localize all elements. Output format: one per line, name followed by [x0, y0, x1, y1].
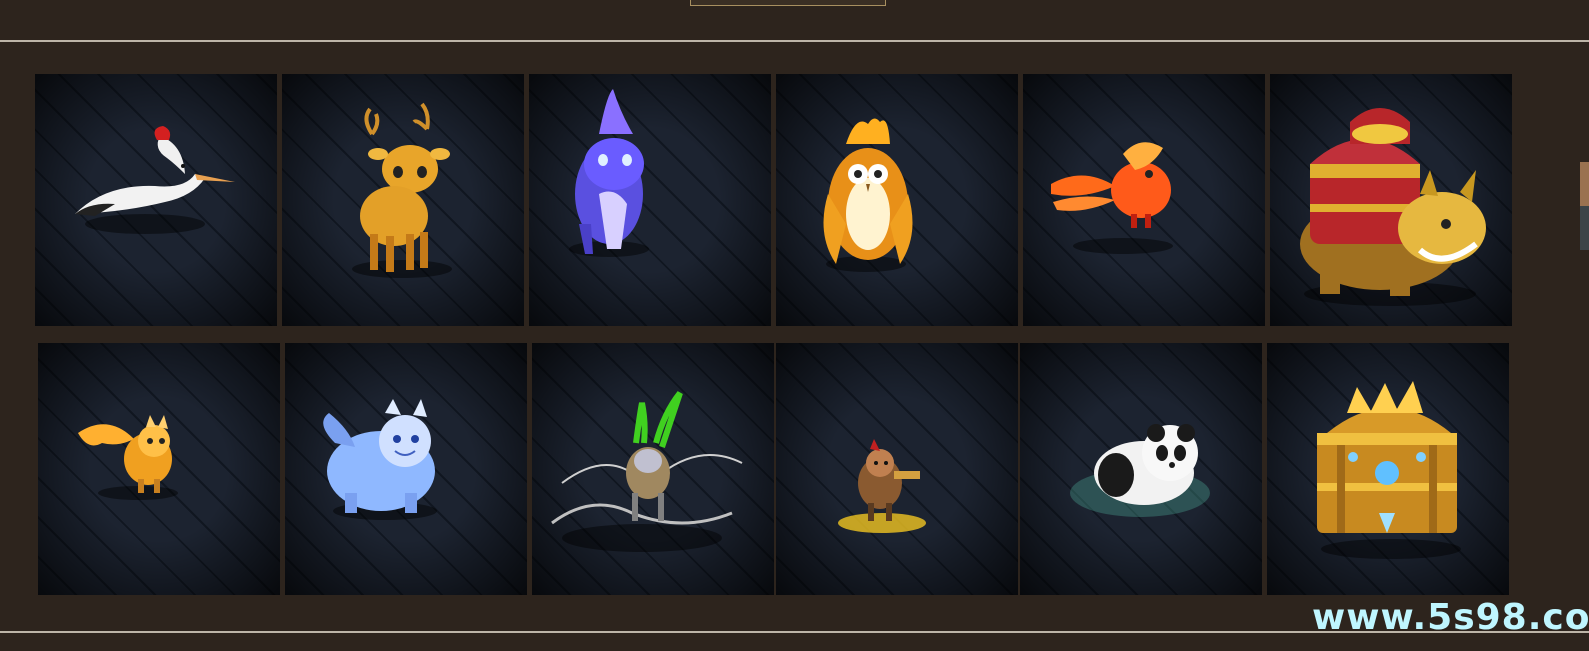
pet-tile-treasure-chest[interactable]: [1267, 343, 1509, 595]
pet-tile-panda[interactable]: [1020, 343, 1262, 595]
side-scroll-handle[interactable]: [1580, 162, 1589, 250]
squirrel-icon: [78, 415, 178, 500]
pet-tile-treasure-turtle[interactable]: [1270, 74, 1512, 326]
pet-tile-phoenix[interactable]: [1023, 74, 1265, 326]
panda-icon: [1070, 424, 1210, 517]
pet-tile-monkey[interactable]: [776, 343, 1018, 595]
top-tab: [690, 0, 886, 6]
pet-tile-mantis[interactable]: [532, 343, 774, 595]
fox-icon: [569, 89, 649, 257]
treasure-turtle-icon: [1300, 108, 1486, 306]
pet-tile-deer[interactable]: [282, 74, 524, 326]
treasure-chest-icon: [1317, 381, 1461, 559]
crane-icon: [75, 126, 235, 234]
deer-icon: [352, 102, 452, 278]
pet-tile-squirrel[interactable]: [38, 343, 280, 595]
monkey-icon: [838, 439, 926, 533]
pet-tile-fox[interactable]: [529, 74, 771, 326]
pet-tile-owl[interactable]: [776, 74, 1018, 326]
side-handle-lower[interactable]: [1580, 206, 1589, 250]
site-watermark: www.5s98.com: [1312, 597, 1589, 638]
owl-icon: [823, 118, 913, 272]
mantis-icon: [551, 391, 743, 552]
ice-tiger-icon: [323, 399, 437, 520]
top-divider: [0, 40, 1589, 42]
pet-tile-crane[interactable]: [35, 74, 277, 326]
side-handle-upper[interactable]: [1580, 162, 1589, 206]
phoenix-icon: [1051, 142, 1173, 254]
pet-tile-ice-tiger[interactable]: [285, 343, 527, 595]
